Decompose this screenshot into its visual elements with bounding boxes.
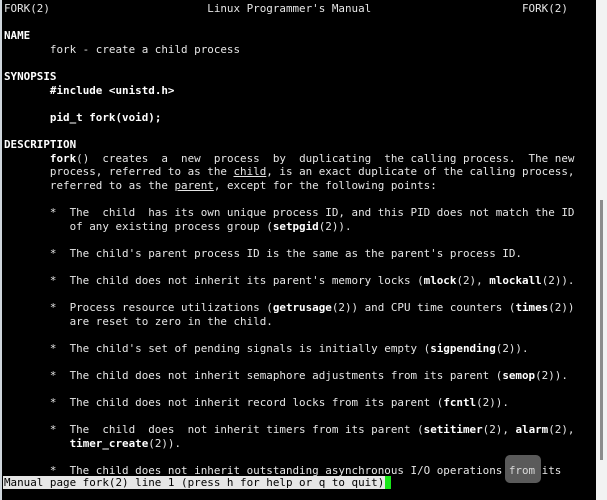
man-line <box>2 328 596 342</box>
bold-text: DESCRIPTION <box>4 137 77 151</box>
text-segment: process, referred to as the <box>4 165 234 179</box>
man-line: fork() creates a new process by duplicat… <box>2 152 596 166</box>
status-text: Manual page fork(2) line 1 (press h for … <box>3 476 386 489</box>
man-line <box>2 192 596 206</box>
text-segment: * The child has its own unique process I… <box>4 205 575 219</box>
man-line: * The child has its own unique process I… <box>2 206 596 220</box>
bold-text: NAME <box>4 29 31 43</box>
text-segment: (2), <box>482 423 516 437</box>
text-segment: (2)) and CPU time counters ( <box>331 301 516 315</box>
bold-text: SYNOPSIS <box>4 69 57 83</box>
man-line: are reset to zero in the child. <box>2 315 596 329</box>
man-line: FORK(2) Linux Programmer's Manual FORK(2… <box>2 2 596 16</box>
bold-text: times <box>515 301 549 315</box>
bold-text: fork <box>49 151 77 165</box>
text-segment: (2)). <box>541 273 575 287</box>
man-line <box>2 56 596 70</box>
man-line: * The child does not inherit semaphore a… <box>2 369 596 383</box>
man-line: referred to as the parent, except for th… <box>2 179 596 193</box>
man-line: * Process resource utilizations (getrusa… <box>2 301 596 315</box>
text-segment: (2)). <box>148 437 182 450</box>
bold-text: alarm <box>515 423 549 437</box>
man-line: * The child's parent process ID is the s… <box>2 247 596 261</box>
bold-text: getrusage <box>272 301 332 315</box>
text-segment: (2), <box>456 273 490 287</box>
bold-text: sigpending <box>430 341 496 355</box>
bold-text: timer_create <box>69 437 149 450</box>
man-line: * The child does not inherit record lock… <box>2 396 596 410</box>
bold-text: #include <unistd.h> <box>49 83 175 97</box>
text-segment: (2)). <box>495 341 529 355</box>
text-segment: () creates a new process by duplicating … <box>76 151 575 165</box>
bold-text: setitimer <box>423 423 483 437</box>
terminal-cursor <box>385 476 392 489</box>
man-line <box>2 410 596 424</box>
text-segment: * The child does not inherit semaphore a… <box>4 369 503 383</box>
text-segment: * The child does not inherit record lock… <box>4 396 444 410</box>
man-line <box>2 287 596 301</box>
text-segment <box>4 111 50 124</box>
man-line <box>2 233 596 247</box>
text-segment: * The child's parent process ID is the s… <box>4 246 522 260</box>
man-line: #include <unistd.h> <box>2 84 596 98</box>
text-segment <box>4 84 50 97</box>
text-segment: , is an exact duplicate of the calling p… <box>266 165 575 179</box>
underlined-text: child <box>233 165 267 179</box>
text-segment: * The child does not inherit timers from… <box>4 423 424 437</box>
watermark-logo <box>505 455 541 483</box>
man-line: of any existing process group (setpgid(2… <box>2 220 596 234</box>
man-line <box>2 355 596 369</box>
man-line: pid_t fork(void); <box>2 111 596 125</box>
text-segment: (2)) <box>548 301 575 315</box>
scrollbar[interactable] <box>596 0 607 500</box>
text-segment <box>4 152 50 165</box>
text-segment: * The child's set of pending signals is … <box>4 341 431 355</box>
text-segment: (2)). <box>476 396 509 410</box>
text-segment: are reset to zero in the child. <box>4 314 273 328</box>
underlined-text: parent <box>174 178 214 192</box>
man-line <box>2 97 596 111</box>
text-segment: FORK(2) Linux Programmer's Manual FORK(2… <box>4 2 568 15</box>
pager-status-line: Manual page fork(2) line 1 (press h for … <box>3 476 392 490</box>
man-line: NAME <box>2 29 596 43</box>
man-line: DESCRIPTION <box>2 138 596 152</box>
text-segment: of any existing process group ( <box>4 219 273 233</box>
man-line <box>2 260 596 274</box>
man-line: process, referred to as the child, is an… <box>2 165 596 179</box>
text-segment: (2), <box>548 423 575 437</box>
text-segment <box>4 437 70 450</box>
text-segment: * Process resource utilizations ( <box>4 301 273 315</box>
text-segment: * The child does not inherit its parent'… <box>4 273 424 287</box>
man-line: SYNOPSIS <box>2 70 596 84</box>
text-segment: (2)). <box>318 219 352 233</box>
man-line <box>2 124 596 138</box>
scrollbar-thumb[interactable] <box>600 200 603 460</box>
bold-text: fcntl <box>443 396 477 410</box>
bold-text: pid_t fork(void); <box>49 110 162 124</box>
bold-text: setpgid <box>272 219 319 233</box>
man-line: fork - create a child process <box>2 43 596 57</box>
man-line: * The child's set of pending signals is … <box>2 342 596 356</box>
text-segment: (2)). <box>535 369 568 383</box>
man-line: timer_create(2)). <box>2 437 596 451</box>
bold-text: mlock <box>423 273 457 287</box>
text-segment: fork - create a child process <box>4 42 241 56</box>
man-line <box>2 383 596 397</box>
bold-text: mlockall <box>489 273 542 287</box>
man-line <box>2 16 596 30</box>
text-segment: referred to as the <box>4 178 175 192</box>
text-segment: , except for the following points: <box>213 178 437 192</box>
man-line: * The child does not inherit timers from… <box>2 423 596 437</box>
bold-text: semop <box>502 369 536 383</box>
terminal-man-page: FORK(2) Linux Programmer's Manual FORK(2… <box>2 2 596 498</box>
man-line: * The child does not inherit its parent'… <box>2 274 596 288</box>
